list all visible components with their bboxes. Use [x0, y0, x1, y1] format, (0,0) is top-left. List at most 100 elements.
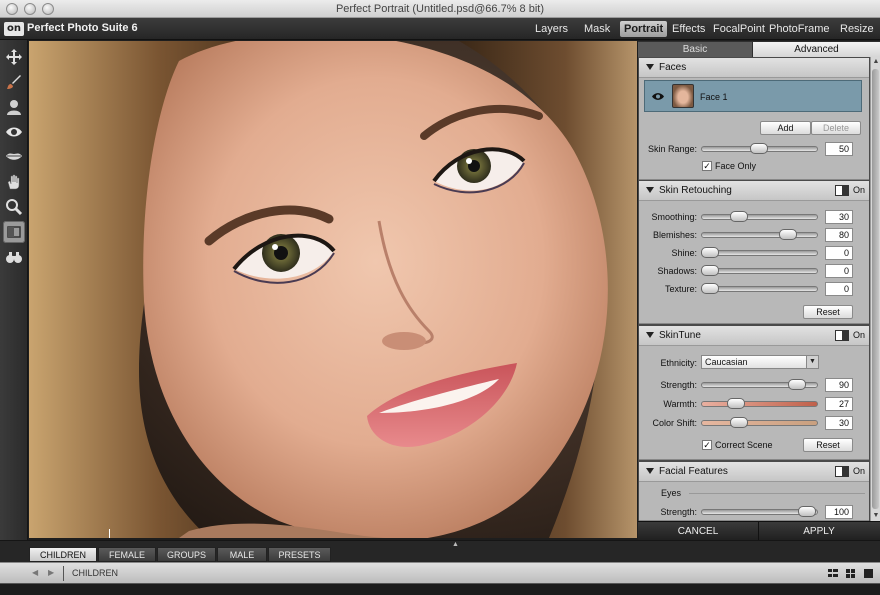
ethnicity-select[interactable]: Caucasian ▼	[701, 355, 819, 369]
eyes-strength-slider[interactable]	[701, 506, 818, 517]
facial-features-header[interactable]: Facial Features On	[639, 462, 869, 482]
smoothing-thumb[interactable]	[730, 211, 748, 222]
module-layers[interactable]: Layers	[531, 21, 572, 37]
texture-thumb[interactable]	[701, 283, 719, 294]
scroll-up-icon[interactable]: ▲	[872, 58, 880, 66]
preset-tab-groups[interactable]: GROUPS	[157, 547, 216, 562]
face-list-row[interactable]: Face 1	[644, 80, 862, 112]
skintune-header[interactable]: SkinTune On	[639, 326, 869, 346]
nav-back-icon[interactable]: ◀	[32, 568, 38, 577]
collapse-triangle-icon	[646, 332, 654, 338]
preset-browser-bar: ◀ ▶ CHILDREN	[0, 562, 880, 584]
add-face-button[interactable]: Add	[760, 121, 811, 135]
smoothing-slider[interactable]	[701, 211, 818, 222]
skin-tool[interactable]	[3, 96, 25, 118]
brush-tool[interactable]	[3, 71, 25, 93]
skin-retouching-reset-button[interactable]: Reset	[803, 305, 853, 319]
move-tool[interactable]	[3, 46, 25, 68]
lips-icon	[6, 153, 22, 160]
tab-advanced[interactable]: Advanced	[753, 42, 880, 57]
skintune-toggle[interactable]	[835, 330, 849, 341]
delete-face-button[interactable]: Delete	[811, 121, 861, 135]
blemishes-slider[interactable]	[701, 229, 818, 240]
preview-tool[interactable]	[3, 246, 25, 268]
warmth-value[interactable]: 27	[825, 397, 853, 411]
shine-slider[interactable]	[701, 247, 818, 258]
hand-tool[interactable]	[3, 171, 25, 193]
smoothing-value[interactable]: 30	[825, 210, 853, 224]
binoculars-icon	[6, 252, 22, 263]
hand-icon	[7, 174, 20, 190]
texture-slider[interactable]	[701, 283, 818, 294]
shadows-thumb[interactable]	[701, 265, 719, 276]
smoothing-label: Smoothing:	[651, 212, 697, 222]
skin-range-thumb[interactable]	[750, 143, 768, 154]
color-shift-thumb[interactable]	[730, 417, 748, 428]
shadows-value[interactable]: 0	[825, 264, 853, 278]
warmth-thumb[interactable]	[727, 398, 745, 409]
compare-tool[interactable]	[3, 221, 25, 243]
scroll-down-icon[interactable]: ▼	[872, 512, 880, 520]
shine-value[interactable]: 0	[825, 246, 853, 260]
skin-retouching-header[interactable]: Skin Retouching On	[639, 181, 869, 201]
large-thumbnail-icon[interactable]	[864, 569, 873, 578]
preset-tab-male[interactable]: MALE	[217, 547, 267, 562]
color-shift-slider[interactable]	[701, 417, 818, 428]
image-canvas[interactable]	[29, 41, 637, 538]
warmth-slider[interactable]	[701, 398, 818, 409]
skin-range-slider[interactable]	[701, 143, 818, 154]
blemishes-value[interactable]: 80	[825, 228, 853, 242]
subsection-divider	[689, 493, 865, 494]
eyes-strength-value[interactable]: 100	[825, 505, 853, 519]
portrait-photo	[29, 41, 637, 538]
blemishes-thumb[interactable]	[779, 229, 797, 240]
skin-range-value[interactable]: 50	[825, 142, 853, 156]
app-window: Perfect Portrait (Untitled.psd@66.7% 8 b…	[0, 0, 880, 595]
shine-thumb[interactable]	[701, 247, 719, 258]
module-resize[interactable]: Resize	[836, 21, 878, 37]
list-view-icon[interactable]	[828, 569, 838, 577]
scroll-thumb[interactable]	[872, 69, 879, 509]
module-focalpoint[interactable]: FocalPoint	[709, 21, 769, 37]
preset-tab-female[interactable]: FEMALE	[98, 547, 156, 562]
module-photoframe[interactable]: PhotoFrame	[765, 21, 834, 37]
move-icon	[6, 49, 22, 65]
grid-view-icon[interactable]	[846, 569, 855, 578]
skintune-strength-thumb[interactable]	[788, 379, 806, 390]
color-shift-label: Color Shift:	[652, 418, 697, 428]
eye-tool[interactable]	[3, 121, 25, 143]
module-effects[interactable]: Effects	[668, 21, 709, 37]
skin-retouching-toggle[interactable]	[835, 185, 849, 196]
zoom-tool[interactable]	[3, 196, 25, 218]
bar-divider	[63, 566, 64, 581]
skintune-strength-value[interactable]: 90	[825, 378, 853, 392]
cancel-button[interactable]: CANCEL	[638, 525, 758, 539]
color-shift-value[interactable]: 30	[825, 416, 853, 430]
tab-basic[interactable]: Basic	[638, 42, 752, 57]
skin-retouching-on-label: On	[852, 185, 865, 195]
skintune-strength-slider[interactable]	[701, 379, 818, 390]
facial-features-toggle[interactable]	[835, 466, 849, 477]
faces-header[interactable]: Faces	[639, 58, 869, 78]
face-silhouette-icon	[7, 100, 21, 115]
apply-button[interactable]: APPLY	[759, 525, 879, 539]
module-mask[interactable]: Mask	[580, 21, 614, 37]
mouth-tool[interactable]	[3, 146, 25, 168]
eyes-strength-thumb[interactable]	[798, 506, 816, 517]
texture-value[interactable]: 0	[825, 282, 853, 296]
skintune-reset-button[interactable]: Reset	[803, 438, 853, 452]
preset-tab-children[interactable]: CHILDREN	[29, 547, 97, 562]
preset-tabs: ▲ CHILDREN FEMALE GROUPS MALE PRESETS	[0, 540, 880, 562]
faces-section: Faces Face 1 Add Delete Skin Range: 50 ✓…	[639, 58, 869, 180]
skin-retouching-section: Skin Retouching On Smoothing: 30 Blemish…	[639, 181, 869, 324]
panel-scrollbar[interactable]: ▲ ▼	[870, 57, 880, 521]
drawer-handle-icon[interactable]: ▲	[452, 541, 459, 548]
face-only-checkbox[interactable]: ✓	[702, 161, 712, 171]
correct-scene-checkbox[interactable]: ✓	[702, 440, 712, 450]
nav-forward-icon[interactable]: ▶	[48, 568, 54, 577]
shadows-slider[interactable]	[701, 265, 818, 276]
preset-tab-presets[interactable]: PRESETS	[268, 547, 331, 562]
module-portrait[interactable]: Portrait	[620, 21, 668, 37]
visibility-eye-icon[interactable]	[652, 92, 664, 101]
facial-features-title: Facial Features	[659, 466, 728, 477]
